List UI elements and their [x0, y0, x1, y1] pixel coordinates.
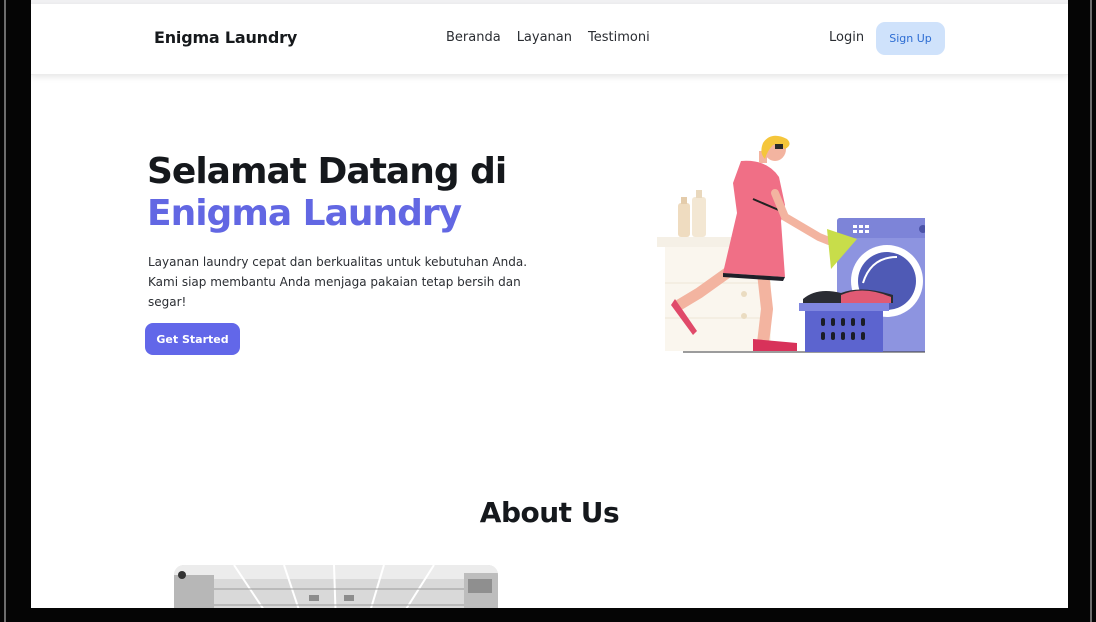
nav-link-layanan[interactable]: Layanan [517, 30, 572, 45]
nav-link-beranda[interactable]: Beranda [446, 30, 501, 45]
device-frame: Enigma Laundry Beranda Layanan Testimoni… [0, 0, 1096, 622]
brand-logo-text[interactable]: Enigma Laundry [154, 28, 297, 47]
nav-links: Beranda Layanan Testimoni [446, 30, 650, 45]
hero-title: Selamat Datang di Enigma Laundry [147, 151, 507, 235]
get-started-button[interactable]: Get Started [145, 323, 240, 355]
navbar: Enigma Laundry Beranda Layanan Testimoni… [31, 4, 1068, 75]
browser-viewport: Enigma Laundry Beranda Layanan Testimoni… [31, 0, 1068, 608]
about-us-heading: About Us [479, 496, 620, 529]
nav-link-testimoni[interactable]: Testimoni [588, 30, 650, 45]
signup-button[interactable]: Sign Up [876, 22, 945, 55]
laundromat-photo-icon [174, 565, 498, 608]
hero-description: Layanan laundry cepat dan berkualitas un… [148, 255, 528, 309]
hero-title-line1: Selamat Datang di [147, 151, 507, 192]
login-link[interactable]: Login [829, 30, 864, 45]
hero-title-brand: Enigma Laundry [147, 193, 462, 234]
laundry-illustration-icon [657, 135, 925, 353]
device-edge-right [1090, 0, 1092, 622]
device-edge-left [4, 0, 6, 622]
